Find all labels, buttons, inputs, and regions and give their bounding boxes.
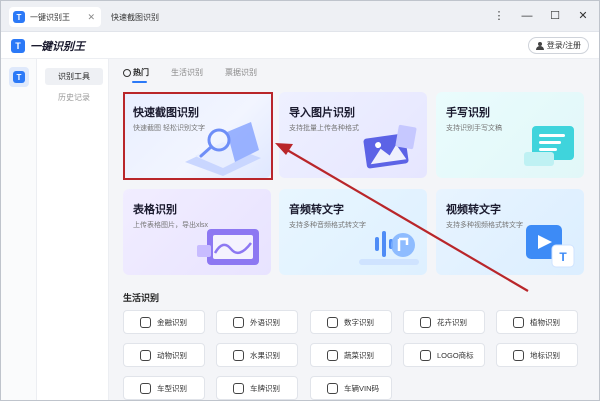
tab-hot[interactable]: 热门 — [123, 67, 149, 83]
plate-icon — [233, 382, 244, 394]
foreign-icon — [233, 316, 244, 328]
life-button-label: 植物识别 — [530, 317, 560, 327]
close-icon[interactable]: ✕ — [87, 12, 95, 23]
tab-life[interactable]: 生活识别 — [171, 67, 203, 78]
landmark-icon — [513, 349, 524, 361]
life-button-animal[interactable]: 动物识别 — [123, 343, 205, 367]
card-audio-to-text[interactable]: 音频转文字 支持多种音频格式转文字 — [279, 189, 427, 275]
window-tab-bar: T 一键识别王 ✕ 快速截图识别 ⋮ — ☐ ✕ — [1, 1, 599, 32]
fruit-icon — [233, 349, 244, 361]
rail-tools-button[interactable]: T — [9, 67, 29, 87]
life-button-finance[interactable]: 金融识别 — [123, 310, 205, 334]
table-chart-icon — [197, 229, 259, 265]
car-model-icon — [140, 382, 151, 394]
vin-icon — [327, 382, 338, 394]
left-rail: T — [1, 59, 37, 400]
app-logo-icon: T — [11, 39, 25, 53]
life-button-plate[interactable]: 车牌识别 — [216, 376, 298, 400]
image-icon — [363, 124, 417, 169]
life-button-label: 花卉识别 — [437, 317, 467, 327]
life-button-flower[interactable]: 花卉识别 — [403, 310, 485, 334]
main-content: 热门 生活识别 票据识别 快速截图识别 快速截图 轻松识别文字 导入图片识别 支… — [109, 59, 599, 400]
tab-quick-screenshot[interactable]: 快速截图识别 — [111, 7, 159, 27]
document-icon — [524, 126, 574, 166]
user-icon — [535, 41, 544, 50]
card-video-to-text[interactable]: 视频转文字 支持多种视频格式转文字 T — [436, 189, 584, 275]
life-button-foreign[interactable]: 外语识别 — [216, 310, 298, 334]
tab-quick-screenshot-label: 快速截图识别 — [111, 12, 159, 22]
life-button-fruit[interactable]: 水果识别 — [216, 343, 298, 367]
plant-icon — [513, 316, 524, 328]
life-button-label: 蔬菜识别 — [344, 350, 374, 360]
fire-icon — [123, 68, 131, 77]
maximize-icon[interactable]: ☐ — [549, 10, 561, 22]
card-quick-screenshot[interactable]: 快速截图识别 快速截图 轻松识别文字 — [123, 92, 271, 178]
sidebar-item-tools[interactable]: 识别工具 — [45, 68, 103, 85]
life-button-plant[interactable]: 植物识别 — [496, 310, 578, 334]
life-button-label: 车辆VIN码 — [344, 383, 380, 393]
life-button-label: LOGO商标 — [437, 350, 474, 360]
tab-receipts[interactable]: 票据识别 — [225, 67, 257, 78]
app-window: T 一键识别王 ✕ 快速截图识别 ⋮ — ☐ ✕ T 一键识别王 登录/注册 T — [0, 0, 600, 401]
video-play-icon: T — [526, 225, 575, 268]
video-badge-letter: T — [559, 250, 567, 264]
life-button-label: 水果识别 — [250, 350, 280, 360]
life-button-label: 数字识别 — [344, 317, 374, 327]
logo-icon — [420, 349, 431, 361]
card-table[interactable]: 表格识别 上传表格图片，导出xlsx — [123, 189, 271, 275]
close-window-icon[interactable]: ✕ — [577, 10, 589, 22]
app-logo-icon: T — [13, 11, 25, 23]
flower-icon — [420, 316, 431, 328]
number-icon — [327, 316, 338, 328]
app-logo-icon: T — [13, 71, 25, 83]
life-button-label: 车型识别 — [157, 383, 187, 393]
category-tabs: 热门 生活识别 票据识别 — [123, 67, 257, 83]
animal-icon — [140, 349, 151, 361]
section-title-life: 生活识别 — [123, 293, 160, 303]
vegetable-icon — [327, 349, 338, 361]
life-button-vegetable[interactable]: 蔬菜识别 — [310, 343, 392, 367]
audio-wave-icon — [359, 231, 419, 265]
life-button-vin[interactable]: 车辆VIN码 — [310, 376, 392, 400]
life-button-car-model[interactable]: 车型识别 — [123, 376, 205, 400]
login-button[interactable]: 登录/注册 — [527, 37, 589, 54]
app-name: 一键识别王 — [30, 41, 85, 53]
tab-home[interactable]: T 一键识别王 ✕ — [9, 7, 101, 27]
life-button-label: 车牌识别 — [250, 383, 280, 393]
life-button-label: 外语识别 — [250, 317, 280, 327]
menu-icon[interactable]: ⋮ — [493, 10, 505, 22]
finance-icon — [140, 316, 151, 328]
tab-home-label: 一键识别王 — [30, 12, 70, 22]
window-controls: ⋮ — ☐ ✕ — [493, 10, 589, 22]
book-magnifier-icon — [185, 122, 261, 176]
card-handwriting[interactable]: 手写识别 支持识别手写文稿 — [436, 92, 584, 178]
minimize-icon[interactable]: — — [521, 10, 533, 22]
life-button-logo[interactable]: LOGO商标 — [403, 343, 485, 367]
sidebar-item-history[interactable]: 历史记录 — [45, 89, 103, 106]
life-button-label: 动物识别 — [157, 350, 187, 360]
life-button-label: 地标识别 — [530, 350, 560, 360]
life-button-label: 金融识别 — [157, 317, 187, 327]
life-button-landmark[interactable]: 地标识别 — [496, 343, 578, 367]
login-label: 登录/注册 — [546, 41, 581, 50]
app-logo: T 一键识别王 — [11, 38, 85, 54]
sidebar: 识别工具 历史记录 — [37, 59, 109, 400]
card-import-image[interactable]: 导入图片识别 支持批量上传各种格式 — [279, 92, 427, 178]
app-header: T 一键识别王 登录/注册 — [1, 32, 599, 59]
life-button-number[interactable]: 数字识别 — [310, 310, 392, 334]
